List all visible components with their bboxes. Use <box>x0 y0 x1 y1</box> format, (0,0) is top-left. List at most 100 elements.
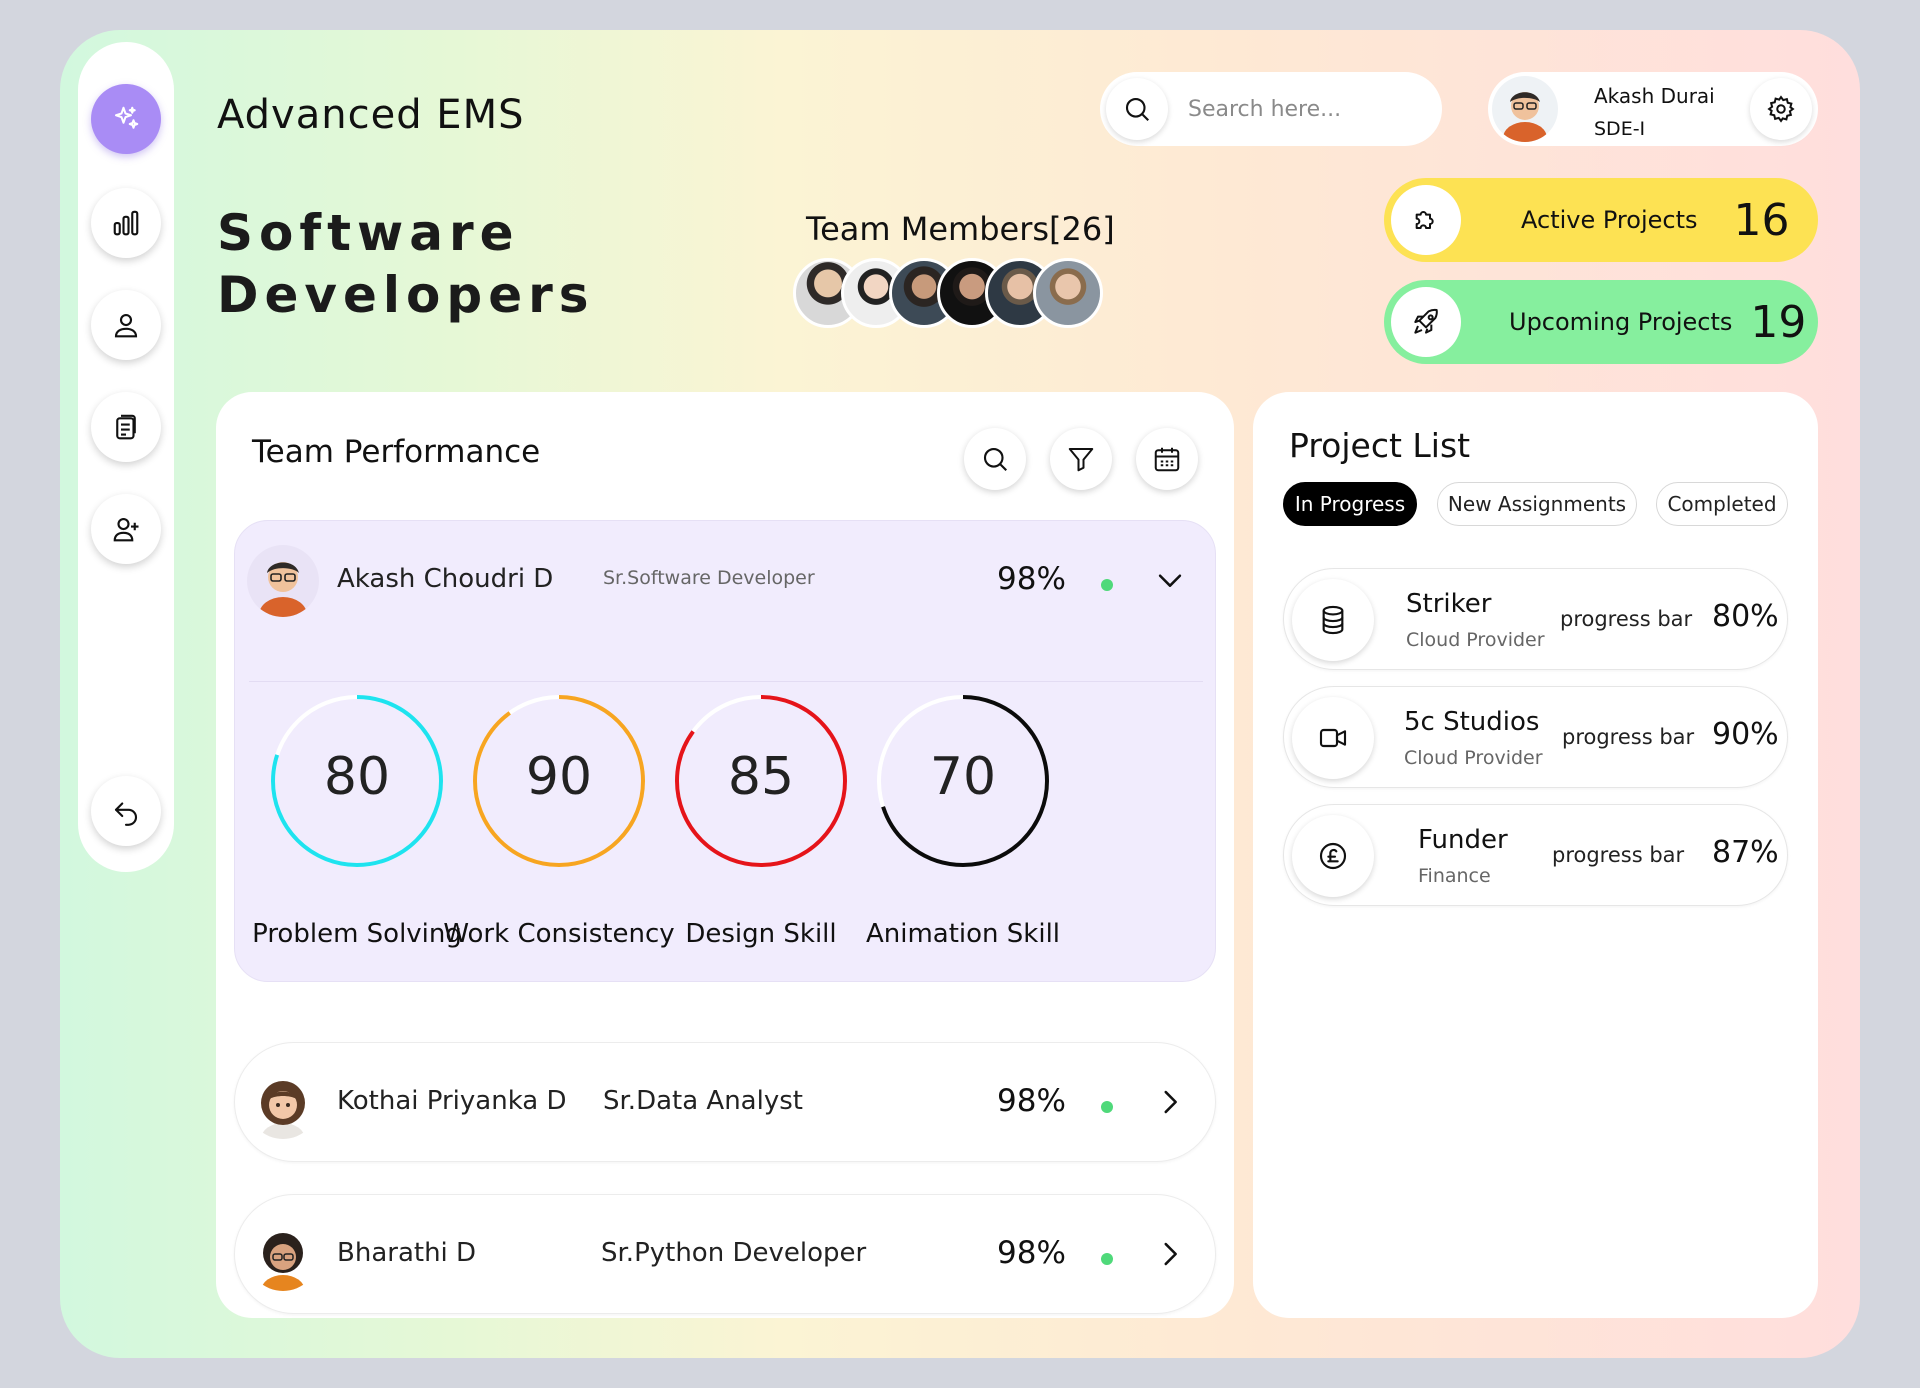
gauge-label: Animation Skill <box>865 919 1061 949</box>
chevron-right-icon[interactable] <box>1153 1085 1187 1119</box>
project-icon-badge <box>1292 697 1374 779</box>
upcoming-projects-card[interactable]: Upcoming Projects 19 <box>1384 280 1818 364</box>
undo-icon <box>114 802 137 826</box>
active-projects-count: 16 <box>1733 194 1790 246</box>
filter-icon <box>1068 448 1094 472</box>
project-category: Cloud Provider <box>1404 747 1543 769</box>
progress-bar-label: progress bar <box>1552 843 1685 867</box>
member-name: Kothai Priyanka D <box>337 1086 567 1116</box>
project-list-title: Project List <box>1289 426 1471 465</box>
member-row: Kothai Priyanka D Sr.Data Analyst 98% <box>235 1043 1215 1163</box>
tab-new-assignments[interactable]: New Assignments <box>1437 482 1637 526</box>
headline-line-2: Developers <box>217 266 595 324</box>
project-category: Cloud Provider <box>1406 629 1545 651</box>
calendar-button[interactable] <box>1136 428 1198 490</box>
search-input[interactable] <box>1188 96 1418 122</box>
chevron-right-icon[interactable] <box>1153 1237 1187 1271</box>
pound-coin-icon <box>1319 842 1347 870</box>
search-button[interactable] <box>1106 78 1168 140</box>
member-role: Sr.Software Developer <box>603 567 815 589</box>
project-name: 5c Studios <box>1404 707 1540 737</box>
project-percent: 90% <box>1712 717 1779 752</box>
avatar <box>247 545 319 617</box>
user-profile[interactable]: Akash Durai SDE-I <box>1488 72 1818 146</box>
member-card[interactable]: Bharathi D Sr.Python Developer 98% <box>234 1194 1216 1314</box>
upcoming-projects-label: Upcoming Projects <box>1509 308 1733 336</box>
project-category: Finance <box>1418 865 1491 887</box>
avatar <box>247 1067 319 1139</box>
tab-completed[interactable]: Completed <box>1656 482 1788 526</box>
project-icon-badge <box>1292 579 1374 661</box>
member-row: Bharathi D Sr.Python Developer 98% <box>235 1195 1215 1315</box>
app-window: Advanced EMS Software Developers Team Me… <box>60 30 1860 1358</box>
sparkles-icon <box>115 106 139 129</box>
profile-button[interactable] <box>91 290 161 360</box>
status-dot <box>1101 579 1113 591</box>
team-performance-title: Team Performance <box>252 434 541 470</box>
team-avatar[interactable] <box>1033 258 1103 328</box>
gauge-animation-skill: 70 Animation Skill <box>843 693 1083 973</box>
calendar-icon <box>1154 447 1180 472</box>
project-card[interactable]: Funder Finance progress bar 87% <box>1283 804 1788 906</box>
analytics-button[interactable] <box>91 188 161 258</box>
tasks-button[interactable] <box>91 392 161 462</box>
project-icon-badge <box>1292 815 1374 897</box>
search-icon <box>1125 97 1150 122</box>
avatar <box>1492 76 1558 142</box>
user-plus-icon <box>113 517 139 542</box>
user-role: SDE-I <box>1594 118 1646 140</box>
active-projects-label: Active Projects <box>1521 206 1698 234</box>
member-card[interactable]: Kothai Priyanka D Sr.Data Analyst 98% <box>234 1042 1216 1162</box>
back-button[interactable] <box>91 776 161 846</box>
tab-in-progress[interactable]: In Progress <box>1283 482 1417 526</box>
avatar <box>247 1219 319 1291</box>
clipboard-icon <box>116 414 136 440</box>
filter-button[interactable] <box>1050 428 1112 490</box>
project-percent: 80% <box>1712 599 1779 634</box>
project-list-panel: Project List In Progress New Assignments… <box>1253 392 1818 1318</box>
bar-chart-icon <box>113 210 139 236</box>
puzzle-button <box>1391 185 1461 255</box>
project-card[interactable]: Striker Cloud Provider progress bar 80% <box>1283 568 1788 670</box>
settings-button[interactable] <box>1750 78 1812 140</box>
progress-bar-label: progress bar <box>1560 607 1693 631</box>
app-title: Advanced EMS <box>217 92 525 138</box>
divider <box>249 681 1203 682</box>
upcoming-projects-count: 19 <box>1750 296 1807 348</box>
puzzle-icon <box>1415 211 1434 229</box>
user-name: Akash Durai <box>1594 84 1715 108</box>
active-projects-card[interactable]: Active Projects 16 <box>1384 178 1818 262</box>
rocket-button <box>1391 287 1461 357</box>
chevron-down-icon[interactable] <box>1153 563 1187 597</box>
team-performance-panel: Team Performance Akash Choudri D Sr.Soft… <box>216 392 1234 1318</box>
search-icon <box>983 447 1008 472</box>
video-icon <box>1319 728 1347 748</box>
sidebar <box>78 42 174 872</box>
performance-search-button[interactable] <box>964 428 1026 490</box>
member-row[interactable]: Akash Choudri D Sr.Software Developer 98… <box>235 521 1215 641</box>
member-name: Akash Choudri D <box>337 564 554 594</box>
headline-line-1: Software <box>217 204 520 262</box>
status-dot <box>1101 1101 1113 1113</box>
project-percent: 87% <box>1712 835 1779 870</box>
add-user-button[interactable] <box>91 494 161 564</box>
team-avatar-stack[interactable] <box>793 258 1123 330</box>
member-card-expanded: Akash Choudri D Sr.Software Developer 98… <box>234 520 1216 982</box>
member-score: 98% <box>997 1235 1066 1271</box>
project-name: Funder <box>1418 825 1508 855</box>
rocket-icon <box>1414 308 1438 334</box>
member-score: 98% <box>997 561 1066 597</box>
user-icon <box>114 313 138 338</box>
member-role: Sr.Data Analyst <box>603 1086 803 1116</box>
progress-bar-label: progress bar <box>1562 725 1695 749</box>
status-dot <box>1101 1253 1113 1265</box>
page-headline: Software Developers <box>217 202 595 326</box>
project-card[interactable]: 5c Studios Cloud Provider progress bar 9… <box>1283 686 1788 788</box>
member-name: Bharathi D <box>337 1238 477 1268</box>
search-bar <box>1100 72 1442 146</box>
sparkles-button[interactable] <box>91 84 161 154</box>
database-icon <box>1322 605 1344 635</box>
member-role: Sr.Python Developer <box>601 1238 867 1268</box>
project-name: Striker <box>1406 589 1492 619</box>
gear-icon <box>1767 95 1795 123</box>
